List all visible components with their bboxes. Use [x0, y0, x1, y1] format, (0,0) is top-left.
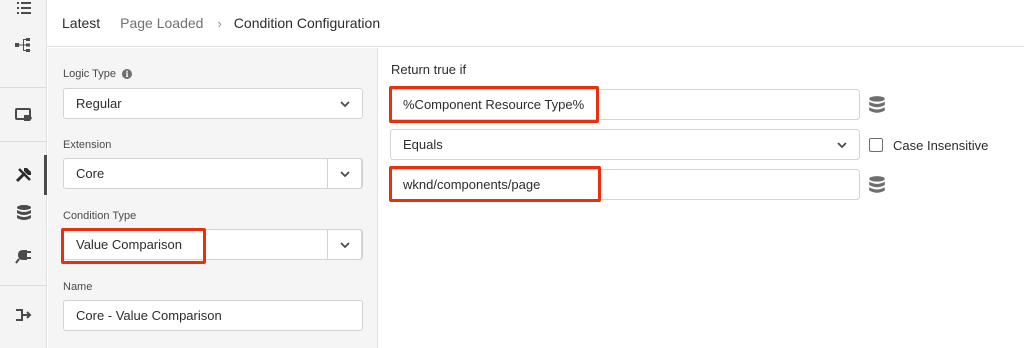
- info-icon[interactable]: i: [122, 69, 133, 79]
- operator-select[interactable]: Equals: [390, 129, 860, 160]
- left-operand-input[interactable]: %Component Resource Type%: [390, 89, 860, 120]
- data-element-picker-icon[interactable]: [868, 175, 886, 195]
- operator-value: Equals: [403, 137, 443, 152]
- case-insensitive-label: Case Insensitive: [893, 138, 989, 153]
- database-icon[interactable]: [0, 198, 47, 228]
- condition-settings-panel: Logic Type i Regular Extension Core Cond…: [48, 48, 378, 348]
- right-operand-value: wknd/components/page: [403, 177, 541, 192]
- tree-icon[interactable]: [0, 30, 47, 60]
- tools-icon[interactable]: [0, 160, 47, 190]
- condition-type-label: Condition Type: [63, 210, 137, 222]
- breadcrumb-latest[interactable]: Latest: [62, 15, 100, 31]
- tag-screen-icon[interactable]: [0, 100, 47, 130]
- data-element-picker-icon[interactable]: [868, 95, 886, 115]
- chevron-down-icon: [339, 241, 350, 248]
- rail-divider: [0, 141, 47, 142]
- rail-divider: [0, 87, 47, 88]
- extension-value: Core: [76, 166, 105, 181]
- condition-type-dropdown-button[interactable]: [327, 229, 362, 260]
- left-operand-value: %Component Resource Type%: [403, 97, 585, 112]
- logic-type-select[interactable]: Regular: [63, 88, 363, 119]
- chevron-down-icon: [339, 170, 350, 177]
- return-true-if-label: Return true if: [391, 62, 467, 77]
- name-label: Name: [63, 281, 93, 293]
- list-icon[interactable]: [0, 0, 47, 23]
- case-insensitive-checkbox[interactable]: [869, 138, 883, 152]
- name-input[interactable]: Core - Value Comparison: [63, 300, 363, 331]
- extension-select[interactable]: Core: [63, 158, 363, 189]
- left-nav-rail: [0, 0, 47, 348]
- condition-type-select[interactable]: Value Comparison: [63, 229, 363, 260]
- name-input-value: Core - Value Comparison: [76, 308, 222, 323]
- rail-divider: [0, 285, 47, 286]
- breadcrumb-page-loaded[interactable]: Page Loaded: [120, 15, 203, 31]
- breadcrumb: Latest Page Loaded › Condition Configura…: [47, 0, 1024, 47]
- exit-icon[interactable]: [0, 300, 47, 330]
- plug-icon[interactable]: [0, 240, 47, 270]
- condition-type-value: Value Comparison: [76, 237, 182, 252]
- logic-type-value: Regular: [76, 96, 122, 111]
- extension-label: Extension: [63, 139, 112, 151]
- extension-dropdown-button[interactable]: [327, 158, 362, 189]
- chevron-down-icon: [837, 142, 847, 149]
- logic-type-label-text: Logic Type: [63, 68, 117, 80]
- breadcrumb-condition-configuration: Condition Configuration: [233, 15, 381, 31]
- logic-type-label: Logic Type i: [63, 68, 133, 80]
- right-operand-input[interactable]: wknd/components/page: [390, 169, 860, 200]
- breadcrumb-separator-icon: ›: [217, 15, 222, 31]
- chevron-down-icon: [340, 101, 350, 108]
